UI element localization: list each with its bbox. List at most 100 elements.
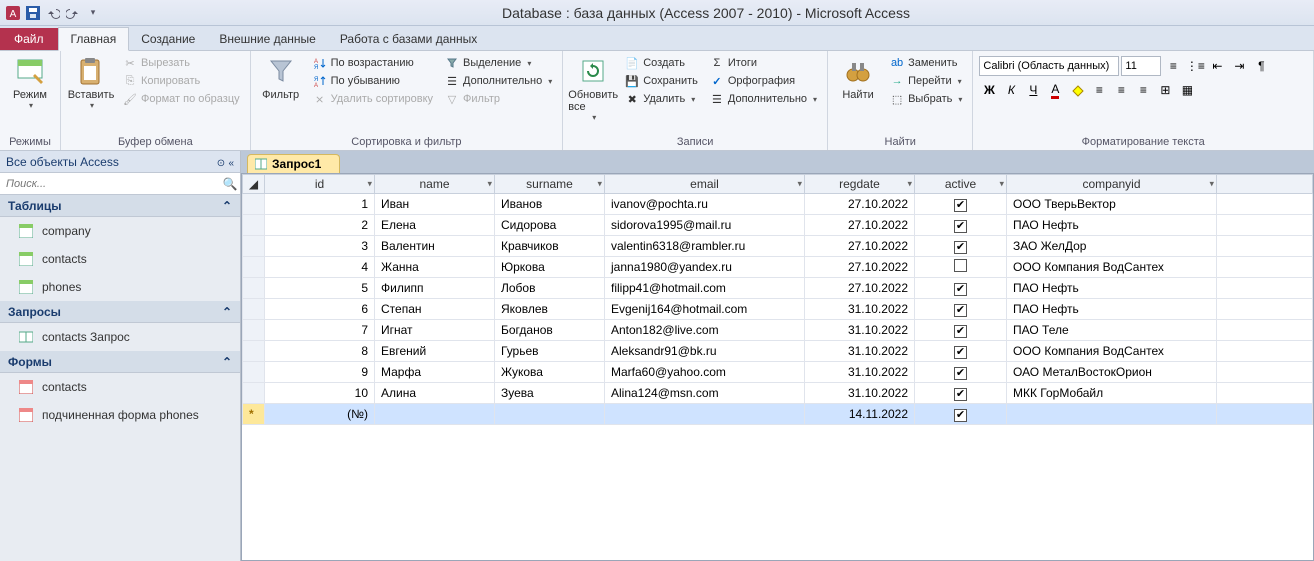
row-selector[interactable] bbox=[243, 341, 265, 362]
numbering-icon[interactable]: ⋮≡ bbox=[1185, 56, 1205, 76]
col-header-email[interactable]: email▾ bbox=[605, 175, 805, 194]
chevron-down-icon[interactable]: ▾ bbox=[367, 179, 372, 190]
cell-active[interactable]: ✔ bbox=[915, 383, 1007, 404]
cell-surname[interactable]: Лобов bbox=[495, 278, 605, 299]
copy-button[interactable]: ⎘Копировать bbox=[119, 73, 244, 89]
selection-button[interactable]: Выделение▾ bbox=[441, 55, 556, 71]
cell-companyid[interactable]: ЗАО ЖелДор bbox=[1007, 236, 1217, 257]
cell-regdate[interactable]: 14.11.2022 bbox=[805, 404, 915, 425]
checkbox-icon[interactable]: ✔ bbox=[954, 409, 967, 422]
qat-undo-icon[interactable] bbox=[44, 4, 62, 22]
cell-companyid[interactable]: ОАО МеталВостокОрион bbox=[1007, 362, 1217, 383]
checkbox-icon[interactable]: ✔ bbox=[954, 367, 967, 380]
cell-regdate[interactable]: 27.10.2022 bbox=[805, 194, 915, 215]
row-selector[interactable] bbox=[243, 299, 265, 320]
nav-form-phones[interactable]: подчиненная форма phones bbox=[0, 401, 240, 429]
indent-inc-icon[interactable]: ⇥ bbox=[1229, 56, 1249, 76]
table-row[interactable]: 6СтепанЯковлевEvgenij164@hotmail.com31.1… bbox=[243, 299, 1313, 320]
cell-regdate[interactable]: 31.10.2022 bbox=[805, 383, 915, 404]
table-row[interactable]: 1ИванИвановivanov@pochta.ru27.10.2022✔ОО… bbox=[243, 194, 1313, 215]
col-header-companyid[interactable]: companyid▾ bbox=[1007, 175, 1217, 194]
find-button[interactable]: Найти bbox=[834, 53, 882, 103]
cell-regdate[interactable]: 27.10.2022 bbox=[805, 278, 915, 299]
cell-id[interactable]: 7 bbox=[265, 320, 375, 341]
font-color-icon[interactable]: А bbox=[1045, 80, 1065, 100]
table-row[interactable]: 5ФилиппЛобовfilipp41@hotmail.com27.10.20… bbox=[243, 278, 1313, 299]
cell-id[interactable]: 9 bbox=[265, 362, 375, 383]
row-selector[interactable] bbox=[243, 362, 265, 383]
cell-surname[interactable]: Богданов bbox=[495, 320, 605, 341]
cell-active[interactable]: ✔ bbox=[915, 404, 1007, 425]
cell-companyid[interactable] bbox=[1007, 404, 1217, 425]
table-row[interactable]: 4ЖаннаЮрковаjanna1980@yandex.ru27.10.202… bbox=[243, 257, 1313, 278]
gridlines-icon[interactable]: ⊞ bbox=[1155, 80, 1175, 100]
table-row[interactable]: 8ЕвгенийГурьевAleksandr91@bk.ru31.10.202… bbox=[243, 341, 1313, 362]
cell-active[interactable]: ✔ bbox=[915, 362, 1007, 383]
checkbox-icon[interactable]: ✔ bbox=[954, 241, 967, 254]
cell-email[interactable]: valentin6318@rambler.ru bbox=[605, 236, 805, 257]
col-header-surname[interactable]: surname▾ bbox=[495, 175, 605, 194]
cell-id[interactable]: 8 bbox=[265, 341, 375, 362]
row-selector[interactable] bbox=[243, 215, 265, 236]
replace-button[interactable]: abЗаменить bbox=[886, 55, 966, 71]
cell-name[interactable]: Степан bbox=[375, 299, 495, 320]
indent-dec-icon[interactable]: ⇤ bbox=[1207, 56, 1227, 76]
nav-dropdown-icon[interactable]: ⊙ bbox=[217, 158, 225, 169]
nav-search-input[interactable] bbox=[0, 176, 220, 192]
chevron-down-icon[interactable]: ▾ bbox=[797, 179, 802, 190]
nav-form-contacts[interactable]: contacts bbox=[0, 373, 240, 401]
nav-table-phones[interactable]: phones bbox=[0, 273, 240, 301]
select-all-corner[interactable]: ◢ bbox=[243, 175, 265, 194]
cell-email[interactable] bbox=[605, 404, 805, 425]
cell-name[interactable]: Игнат bbox=[375, 320, 495, 341]
cell-email[interactable]: ivanov@pochta.ru bbox=[605, 194, 805, 215]
cell-active[interactable]: ✔ bbox=[915, 236, 1007, 257]
more-records-button[interactable]: ☰Дополнительно▾ bbox=[706, 91, 821, 107]
nav-header[interactable]: Все объекты Access ⊙ « bbox=[0, 151, 240, 173]
align-center-icon[interactable]: ≡ bbox=[1111, 80, 1131, 100]
tab-external[interactable]: Внешние данные bbox=[207, 28, 328, 50]
table-row[interactable]: 7ИгнатБогдановAnton182@live.com31.10.202… bbox=[243, 320, 1313, 341]
cell-regdate[interactable]: 31.10.2022 bbox=[805, 299, 915, 320]
checkbox-icon[interactable]: ✔ bbox=[954, 220, 967, 233]
align-left-icon[interactable]: ≡ bbox=[1089, 80, 1109, 100]
search-icon[interactable]: 🔍 bbox=[220, 177, 240, 191]
textdir-icon[interactable]: ¶ bbox=[1251, 56, 1271, 76]
tab-dbtools[interactable]: Работа с базами данных bbox=[328, 28, 489, 50]
cell-name[interactable]: Марфа bbox=[375, 362, 495, 383]
cell-active[interactable]: ✔ bbox=[915, 215, 1007, 236]
font-name-combo[interactable] bbox=[979, 56, 1119, 76]
cell-companyid[interactable]: ООО ТверьВектор bbox=[1007, 194, 1217, 215]
checkbox-icon[interactable]: ✔ bbox=[954, 346, 967, 359]
tab-create[interactable]: Создание bbox=[129, 28, 207, 50]
table-row[interactable]: 10АлинаЗуеваAlina124@msn.com31.10.2022✔М… bbox=[243, 383, 1313, 404]
cell-email[interactable]: filipp41@hotmail.com bbox=[605, 278, 805, 299]
nav-table-company[interactable]: company bbox=[0, 217, 240, 245]
new-record-row[interactable]: *(№)14.11.2022✔ bbox=[243, 404, 1313, 425]
chevron-down-icon[interactable]: ▾ bbox=[1209, 179, 1214, 190]
cell-name[interactable]: Алина bbox=[375, 383, 495, 404]
chevron-down-icon[interactable]: ▾ bbox=[597, 179, 602, 190]
qat-redo-icon[interactable] bbox=[64, 4, 82, 22]
qat-save-icon[interactable] bbox=[24, 4, 42, 22]
row-selector[interactable] bbox=[243, 236, 265, 257]
cut-button[interactable]: ✂Вырезать bbox=[119, 55, 244, 71]
doc-tab-query1[interactable]: Запрос1 bbox=[247, 154, 340, 173]
totals-button[interactable]: ΣИтоги bbox=[706, 55, 821, 71]
cell-name[interactable]: Иван bbox=[375, 194, 495, 215]
cell-name[interactable]: Елена bbox=[375, 215, 495, 236]
table-row[interactable]: 9МарфаЖуковаMarfa60@yahoo.com31.10.2022✔… bbox=[243, 362, 1313, 383]
spelling-button[interactable]: ✓Орфография bbox=[706, 73, 821, 89]
cell-name[interactable] bbox=[375, 404, 495, 425]
cell-surname[interactable]: Яковлев bbox=[495, 299, 605, 320]
cell-companyid[interactable]: ПАО Нефть bbox=[1007, 215, 1217, 236]
cell-surname[interactable]: Юркова bbox=[495, 257, 605, 278]
cell-surname[interactable]: Жукова bbox=[495, 362, 605, 383]
altrow-icon[interactable]: ▦ bbox=[1177, 80, 1197, 100]
cell-email[interactable]: sidorova1995@mail.ru bbox=[605, 215, 805, 236]
select-button[interactable]: ⬚Выбрать▾ bbox=[886, 91, 966, 107]
cell-id[interactable]: 6 bbox=[265, 299, 375, 320]
cell-regdate[interactable]: 27.10.2022 bbox=[805, 236, 915, 257]
cell-email[interactable]: Anton182@live.com bbox=[605, 320, 805, 341]
chevron-down-icon[interactable]: ▾ bbox=[907, 179, 912, 190]
